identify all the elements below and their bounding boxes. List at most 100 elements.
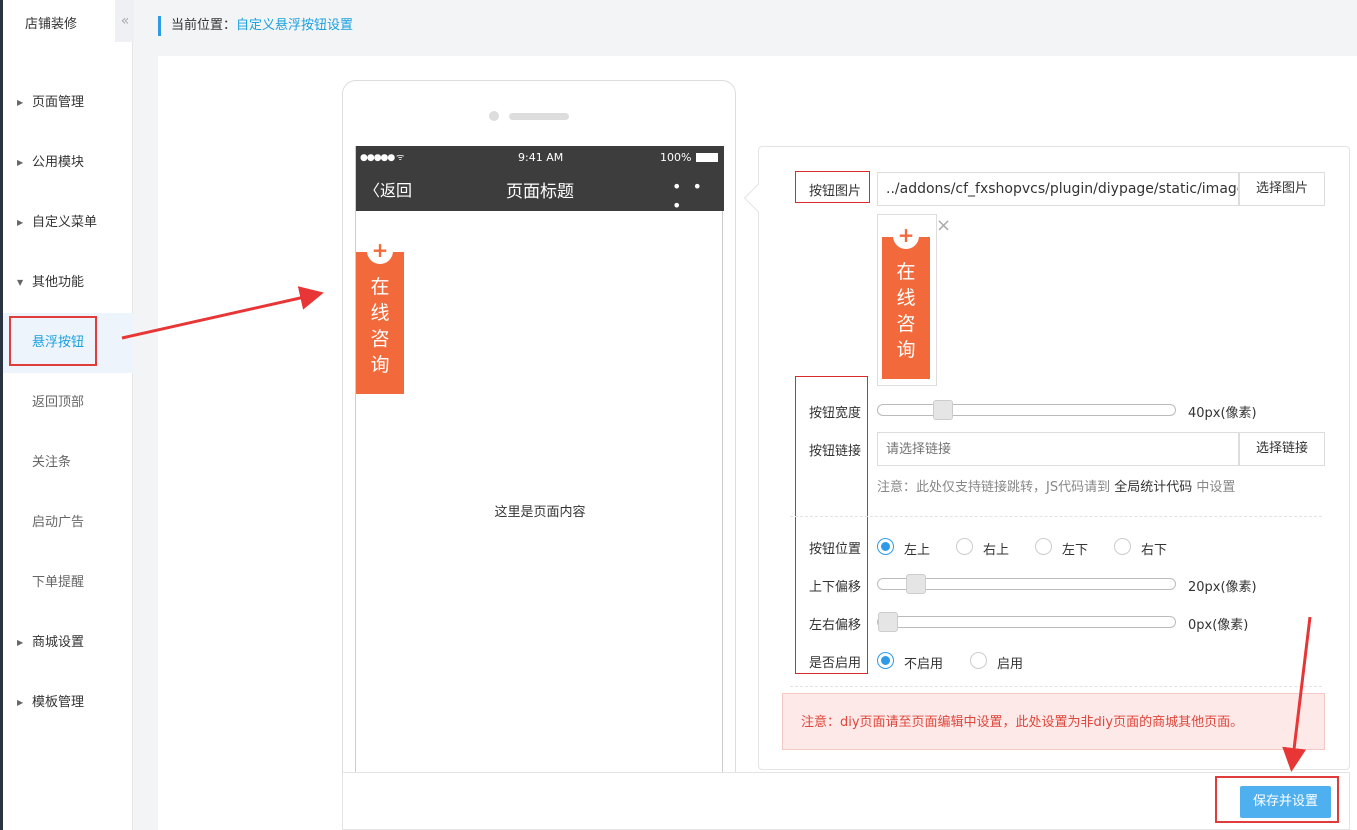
- float-char: 询: [370, 354, 390, 376]
- offset-y-value: 20px(像素): [1188, 580, 1257, 595]
- position-option-label: 右上: [983, 543, 1010, 558]
- enabled-option-label: 启用: [997, 657, 1024, 672]
- annotation-highlight-save: [1215, 776, 1339, 823]
- sidebar-item-custom-menu[interactable]: ▶ 自定义菜单: [3, 193, 133, 253]
- position-option-label: 左下: [1062, 543, 1089, 558]
- breadcrumb-current[interactable]: 自定义悬浮按钮设置: [236, 18, 353, 33]
- breadcrumb: 当前位置：自定义悬浮按钮设置: [158, 16, 353, 36]
- offset-x-slider[interactable]: [877, 612, 1176, 632]
- enabled-label: 是否启用: [809, 656, 862, 671]
- offset-y-slider[interactable]: [877, 574, 1176, 594]
- plus-circle-icon: +: [893, 223, 919, 249]
- divider: [790, 686, 1322, 687]
- plus-circle-icon: +: [367, 238, 393, 264]
- sidebar-item-label: 模板管理: [32, 695, 85, 710]
- sidebar-item-mall-settings[interactable]: ▶ 商城设置: [3, 613, 133, 673]
- float-char: 咨: [370, 328, 390, 350]
- sidebar-item-other-functions[interactable]: ▼ 其他功能: [3, 253, 133, 313]
- annotation-highlight-sidebar: [9, 316, 97, 366]
- offset-x-slider-handle[interactable]: [878, 612, 898, 632]
- warning-alert: 注意：diy页面请至页面编辑中设置，此处设置为非diy页面的商城其他页面。: [782, 693, 1325, 750]
- enabled-radio-on[interactable]: [970, 652, 987, 669]
- width-slider[interactable]: [877, 400, 1176, 420]
- offset-x-value: 0px(像素): [1188, 618, 1249, 633]
- position-option-label: 右下: [1141, 543, 1168, 558]
- float-char: 线: [370, 302, 390, 324]
- divider: [790, 516, 1322, 517]
- float-char: 线: [896, 287, 916, 309]
- phone-preview: ●●●●● ᯤ 9:41 AM 100% 〈返回 页面标题 • • • 这里是页…: [342, 80, 736, 830]
- sidebar-item-page-manage[interactable]: ▶ 页面管理: [3, 73, 133, 133]
- collapse-sidebar-button[interactable]: «: [115, 0, 135, 42]
- sidebar-item-label: 启动广告: [32, 515, 85, 530]
- sidebar-item-label: 自定义菜单: [32, 215, 98, 230]
- caret-right-icon: ▶: [17, 98, 24, 107]
- link-note: 注意：此处仅支持链接跳转，JS代码请到 全局统计代码 中设置: [877, 476, 1235, 495]
- offset-y-label: 上下偏移: [809, 580, 862, 595]
- sidebar-item-launch-ad[interactable]: 启动广告: [3, 493, 133, 553]
- breadcrumb-prefix: 当前位置：: [171, 18, 237, 33]
- image-label: 按钮图片: [809, 184, 862, 199]
- image-path-input[interactable]: ../addons/cf_fxshopvcs/plugin/diypage/st…: [877, 172, 1239, 206]
- footer-bar: [342, 772, 1350, 830]
- position-radio-bottom-left[interactable]: [1035, 538, 1052, 555]
- sidebar-item-label: 公用模块: [32, 155, 85, 170]
- more-icon[interactable]: • • •: [672, 177, 724, 215]
- offset-x-label: 左右偏移: [809, 618, 862, 633]
- global-stats-code-link[interactable]: 全局统计代码: [1114, 480, 1192, 495]
- link-note-prefix: 注意：此处仅支持链接跳转，JS代码请到: [877, 480, 1115, 495]
- float-char: 询: [896, 339, 916, 361]
- status-battery: 100%: [660, 151, 692, 164]
- select-image-button[interactable]: 选择图片: [1239, 172, 1325, 206]
- sidebar-item-follow-bar[interactable]: 关注条: [3, 433, 133, 493]
- sidebar-item-common-modules[interactable]: ▶ 公用模块: [3, 133, 133, 193]
- phone-screen: ●●●●● ᯤ 9:41 AM 100% 〈返回 页面标题 • • • 这里是页…: [355, 146, 724, 830]
- phone-camera: [489, 111, 499, 121]
- sidebar-item-label: 下单提醒: [32, 575, 85, 590]
- signal-icon: ●●●●● ᯤ: [360, 153, 404, 163]
- sidebar-title: 店铺装修: [25, 17, 78, 32]
- caret-right-icon: ▶: [17, 218, 24, 227]
- float-button-text: 在 线 咨 询: [882, 259, 930, 363]
- floating-button-preview[interactable]: + 在 线 咨 询: [356, 238, 404, 394]
- float-char: 在: [896, 261, 916, 283]
- remove-image-icon[interactable]: ×: [936, 216, 951, 236]
- width-slider-handle[interactable]: [933, 400, 953, 420]
- float-button-text: 在 线 咨 询: [356, 274, 404, 378]
- phone-status-bar: ●●●●● ᯤ 9:41 AM 100%: [356, 146, 724, 169]
- sidebar-item-back-to-top[interactable]: 返回顶部: [3, 373, 133, 433]
- phone-speaker: [509, 113, 569, 120]
- position-label: 按钮位置: [809, 542, 862, 557]
- position-radio-bottom-right[interactable]: [1114, 538, 1131, 555]
- header: 当前位置：自定义悬浮按钮设置: [134, 0, 1357, 56]
- link-note-suffix: 中设置: [1192, 480, 1236, 495]
- offset-y-slider-handle[interactable]: [906, 574, 926, 594]
- phone-nav-bar: 〈返回 页面标题 • • •: [356, 169, 724, 215]
- width-value: 40px(像素): [1188, 406, 1257, 421]
- sidebar-item-label: 页面管理: [32, 95, 85, 110]
- position-radio-top-left[interactable]: [877, 538, 894, 555]
- enabled-option-label: 不启用: [904, 657, 944, 672]
- float-char: 咨: [896, 313, 916, 335]
- link-label: 按钮链接: [809, 444, 862, 459]
- sidebar-item-order-reminder[interactable]: 下单提醒: [3, 553, 133, 613]
- phone-page-content: 这里是页面内容: [494, 505, 586, 520]
- float-char: 在: [370, 276, 390, 298]
- enabled-radio-off[interactable]: [877, 652, 894, 669]
- sidebar-item-label: 商城设置: [32, 635, 85, 650]
- phone-page-title: 页面标题: [506, 182, 574, 202]
- caret-right-icon: ▶: [17, 698, 24, 707]
- sidebar-item-label: 关注条: [32, 455, 72, 470]
- width-label: 按钮宽度: [809, 406, 862, 421]
- sidebar-item-template-manage[interactable]: ▶ 模板管理: [3, 673, 133, 733]
- caret-right-icon: ▶: [17, 638, 24, 647]
- sidebar-item-label: 其他功能: [32, 275, 85, 290]
- link-input[interactable]: [877, 432, 1239, 466]
- position-radio-top-right[interactable]: [956, 538, 973, 555]
- battery-icon: [696, 153, 718, 162]
- sidebar-item-label: 返回顶部: [32, 395, 85, 410]
- position-option-label: 左上: [904, 543, 931, 558]
- select-link-button[interactable]: 选择链接: [1239, 432, 1325, 466]
- caret-right-icon: ▶: [17, 158, 24, 167]
- sidebar: 店铺装修 « ▶ 页面管理 ▶ 公用模块 ▶ 自定义菜单 ▼ 其他功能 悬浮按钮…: [3, 0, 135, 830]
